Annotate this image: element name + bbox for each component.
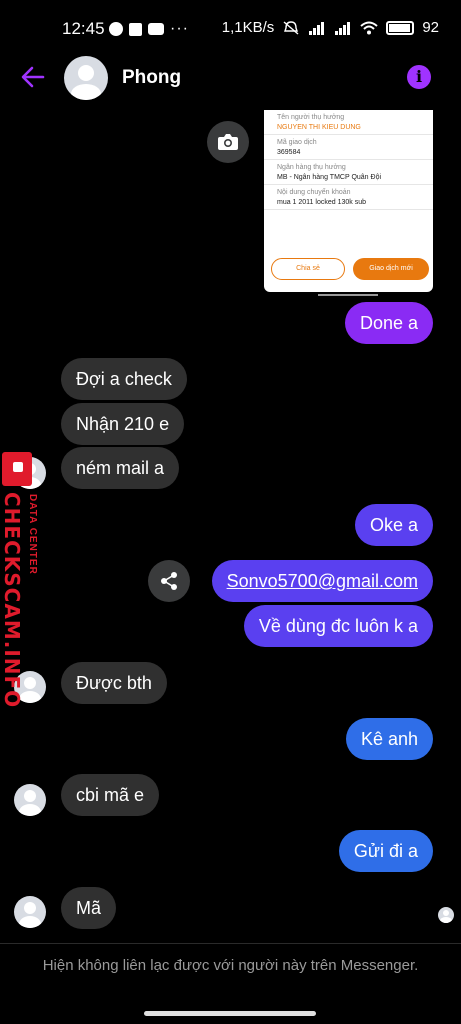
message-bubble-in[interactable]: Mã [61,887,117,929]
message-bubble-out[interactable]: Done a [344,302,433,344]
receipt-share-button: Chia sẻ [271,258,345,280]
message-bubble-in[interactable]: Nhận 210 e [61,403,185,445]
default-avatar-icon [19,902,41,928]
message-bubble-in[interactable]: Được bth [61,662,167,704]
message-bubble-in[interactable]: cbi mã e [61,774,160,816]
message-bubble-out[interactable]: Kê anh [345,718,433,760]
watermark-sub-text: DATA CENTER [27,494,38,575]
message-bubble-in[interactable]: ném mail a [61,447,180,489]
signal-icon [309,21,325,35]
message-bubble-out[interactable]: Oke a [354,504,433,546]
receipt-content: Nội dung chuyển khoản mua 1 2011 locked … [264,185,433,210]
receipt-recipient: Tên người thụ hưởng NGUYEN THI KIEU DUNG [264,110,433,135]
watermark: CHECKSCAM.INFO DATA CENTER [0,452,50,708]
system-status: 1,1KB/s 92 [222,19,439,36]
camera-button[interactable] [207,121,249,163]
message-bubble-out[interactable]: Về dùng đc luôn k a [243,605,433,647]
battery-level: 92 [422,19,439,36]
camera-icon [218,134,238,150]
wifi-icon [360,21,378,34]
watermark-main-text: CHECKSCAM.INFO [0,492,24,709]
contact-avatar[interactable] [64,56,108,100]
email-link-bubble[interactable]: Sonvo5700@gmail.com [211,560,433,602]
sender-avatar [14,896,46,928]
home-indicator[interactable] [144,1011,316,1016]
chat-header: Phong i [0,56,461,102]
notification-icons: ··· [109,20,189,38]
youtube-notification-icon [148,23,164,35]
read-receipt-avatar [438,907,454,923]
default-avatar-icon [71,65,101,100]
watermark-logo [2,452,32,486]
receipt-new-txn-button: Giao dịch mới [353,258,429,280]
receipt-bank: Ngân hàng thụ hưởng MB - Ngân hàng TMCP … [264,160,433,185]
app-notification-icon [129,22,142,36]
contact-name[interactable]: Phong [122,67,181,89]
arrow-left-icon[interactable] [20,64,46,90]
messenger-notification-icon [109,22,123,36]
more-notifications-icon: ··· [170,20,189,37]
receipt-txn-id: Mã giao dịch 369584 [264,135,433,160]
message-bubble-in[interactable]: Đợi a check [61,358,187,400]
sender-avatar [14,784,46,816]
share-icon [161,572,177,590]
mute-icon [283,20,299,35]
default-avatar-icon [19,790,41,816]
net-speed: 1,1KB/s [221,19,275,36]
battery-icon [386,20,415,35]
signal-icon-2 [335,21,351,35]
receipt-image[interactable]: Tên người thụ hưởng NGUYEN THI KIEU DUNG… [264,110,433,292]
receipt-divider [318,294,378,296]
default-avatar-icon [440,910,452,923]
info-icon[interactable]: i [407,65,431,89]
lock-icon [13,462,23,472]
receipt-buttons: Chia sẻ Giao dịch mới [271,258,429,280]
share-button[interactable] [148,560,190,602]
status-bar: 12:45 ··· 1,1KB/s 92 [0,0,461,56]
unavailable-notice: Hiện không liên lạc được với người này t… [42,957,419,974]
message-bubble-out[interactable]: Gửi đi a [338,830,433,872]
status-time: 12:45 [62,19,105,38]
footer-divider [0,943,461,944]
